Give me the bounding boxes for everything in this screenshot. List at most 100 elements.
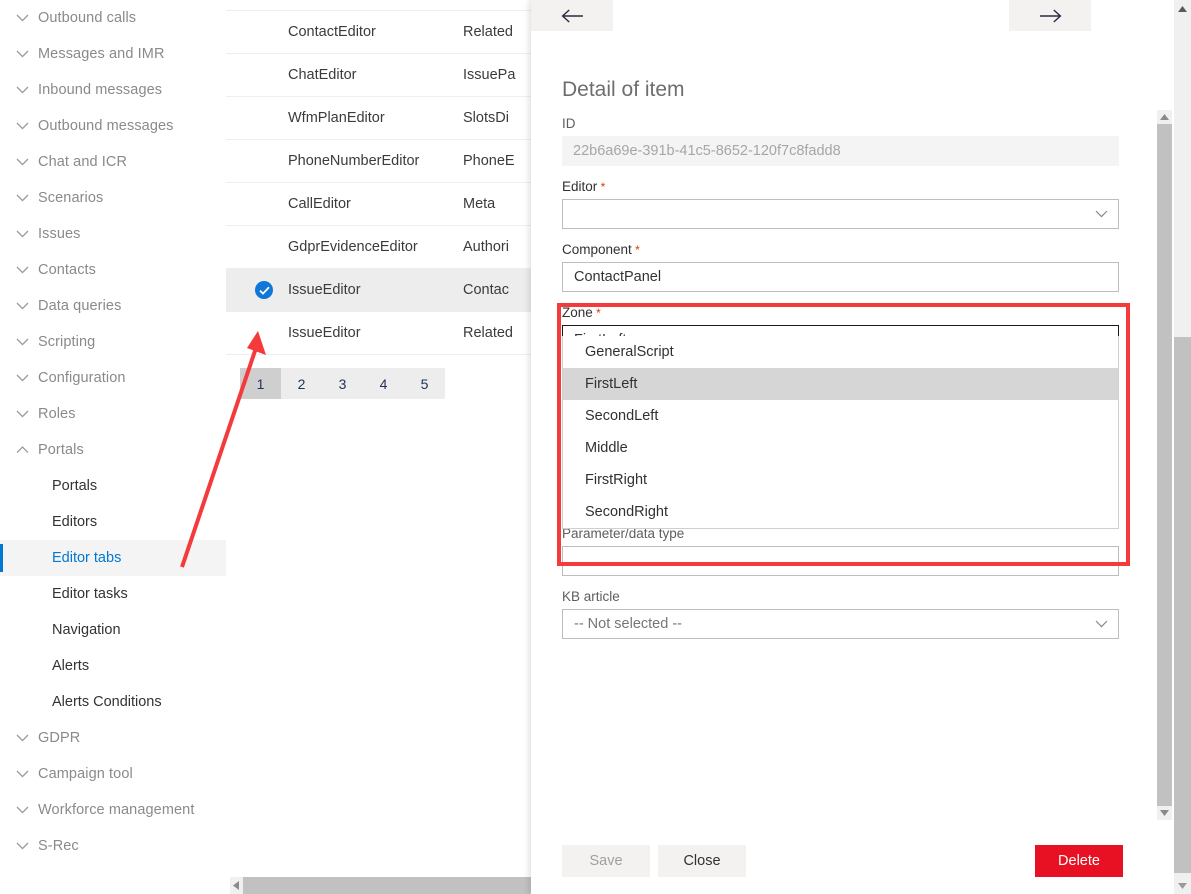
zone-option-middle[interactable]: Middle (563, 432, 1118, 464)
required-marker: * (632, 243, 640, 257)
sidebar-group-label: Inbound messages (38, 82, 162, 98)
sidebar-group-list-bottom: GDPR Campaign toolWorkforce managementS-R… (0, 720, 226, 864)
field-component: Component * ContactPanel (562, 242, 1119, 292)
sidebar-group-configuration[interactable]: Configuration (0, 360, 226, 396)
editor-select[interactable] (562, 199, 1119, 229)
zone-option-firstleft[interactable]: FirstLeft (563, 368, 1118, 400)
chevron-down-icon (12, 836, 32, 856)
parameter-data-type-input[interactable] (562, 546, 1119, 576)
sidebar-navigation: Outbound calls Messages and IMR Inbound me… (0, 0, 226, 866)
sidebar-item-editor-tasks[interactable]: Editor tasks (0, 576, 226, 612)
sidebar-group-roles[interactable]: Roles (0, 396, 226, 432)
panel-scrollbar[interactable] (1157, 110, 1172, 820)
pagination-page-1[interactable]: 1 (240, 368, 281, 399)
pagination-page-3[interactable]: 3 (322, 368, 363, 399)
row-name: CallEditor (288, 196, 463, 212)
zone-option-generalscript[interactable]: GeneralScript (563, 336, 1118, 368)
sidebar-item-label: Alerts Conditions (52, 694, 162, 710)
arrow-right-icon (1039, 9, 1062, 23)
sidebar-item-editors[interactable]: Editors (0, 504, 226, 540)
chevron-down-icon (12, 116, 32, 136)
table-row[interactable]: CallEditorMeta (226, 183, 533, 226)
sidebar-item-navigation[interactable]: Navigation (0, 612, 226, 648)
scroll-up-arrow-icon[interactable] (1160, 110, 1169, 124)
table-row[interactable]: PhoneNumberEditorPhoneE (226, 140, 533, 183)
pagination-page-2[interactable]: 2 (281, 368, 322, 399)
table-row[interactable]: MessageEditorIssuePa (226, 0, 533, 11)
sidebar-group-data-queries[interactable]: Data queries (0, 288, 226, 324)
sidebar-group-outbound-calls[interactable]: Outbound calls (0, 0, 226, 36)
sidebar-group-label: Data queries (38, 298, 121, 314)
sidebar-group-messages-and-imr[interactable]: Messages and IMR (0, 36, 226, 72)
zone-option-secondright[interactable]: SecondRight (563, 496, 1118, 528)
save-button[interactable]: Save (562, 845, 650, 877)
sidebar-group-workforce-management[interactable]: Workforce management (0, 792, 226, 828)
sidebar-group-portals[interactable]: Portals (0, 432, 226, 468)
component-input[interactable]: ContactPanel (562, 262, 1119, 292)
chevron-down-icon (12, 404, 32, 424)
back-button[interactable] (531, 0, 613, 31)
window-scroll-track[interactable] (1174, 17, 1191, 877)
sidebar-item-label: Editor tasks (52, 586, 128, 602)
window-scroll-thumb[interactable] (1174, 337, 1191, 873)
sidebar-group-label: Messages and IMR (38, 46, 165, 62)
sidebar-group-campaign-tool[interactable]: Campaign tool (0, 756, 226, 792)
table-row[interactable]: ContactEditorRelated (226, 11, 533, 54)
pagination-page-5[interactable]: 5 (404, 368, 445, 399)
row-second: Contac (463, 282, 509, 298)
sidebar-item-alerts-conditions[interactable]: Alerts Conditions (0, 684, 226, 720)
sidebar-group-label: GDPR (38, 730, 80, 746)
table-row[interactable]: ChatEditorIssuePa (226, 54, 533, 97)
close-button[interactable]: Close (658, 845, 746, 877)
sidebar-group-outbound-messages[interactable]: Outbound messages (0, 108, 226, 144)
delete-button[interactable]: Delete (1035, 845, 1123, 877)
sidebar-group-list: Outbound calls Messages and IMR Inbound me… (0, 0, 226, 468)
horizontal-scrollbar[interactable] (230, 877, 531, 894)
field-id: ID 22b6a69e-391b-41c5-8652-120f7c8fadd8 (562, 116, 1119, 166)
sidebar-group-gdpr[interactable]: GDPR (0, 720, 226, 756)
sidebar-group-label: Contacts (38, 262, 96, 278)
scroll-left-arrow-icon[interactable] (230, 877, 243, 894)
chevron-down-icon (1092, 210, 1110, 218)
sidebar-item-alerts[interactable]: Alerts (0, 648, 226, 684)
table-row[interactable]: WfmPlanEditorSlotsDi (226, 97, 533, 140)
sidebar-group-scripting[interactable]: Scripting (0, 324, 226, 360)
window-scroll-up-arrow-icon[interactable] (1178, 0, 1187, 17)
forward-button[interactable] (1009, 0, 1091, 31)
chevron-down-icon (12, 332, 32, 352)
table-row[interactable]: GdprEvidenceEditorAuthori (226, 226, 533, 269)
row-select-cell[interactable] (240, 281, 288, 299)
check-icon[interactable] (255, 281, 273, 299)
zone-dropdown-list[interactable]: GeneralScriptFirstLeftSecondLeftMiddleFi… (562, 336, 1119, 529)
window-scroll-down-arrow-icon[interactable] (1178, 877, 1187, 894)
window-scrollbar[interactable] (1174, 0, 1191, 894)
table-row[interactable]: IssueEditorRelated (226, 312, 533, 355)
sidebar-group-chat-and-icr[interactable]: Chat and ICR (0, 144, 226, 180)
field-editor: Editor * (562, 179, 1119, 229)
chevron-down-icon (12, 152, 32, 172)
sidebar-group-contacts[interactable]: Contacts (0, 252, 226, 288)
id-field: 22b6a69e-391b-41c5-8652-120f7c8fadd8 (562, 136, 1119, 166)
sidebar-group-label: Configuration (38, 370, 126, 386)
sidebar-group-scenarios[interactable]: Scenarios (0, 180, 226, 216)
kb-article-select[interactable]: -- Not selected -- (562, 609, 1119, 639)
table-row[interactable]: IssueEditorContac (226, 269, 533, 312)
pagination[interactable]: 12345 (240, 368, 445, 399)
scroll-down-arrow-icon[interactable] (1160, 806, 1169, 820)
chevron-down-icon (12, 368, 32, 388)
sidebar-group-s-rec[interactable]: S-Rec (0, 828, 226, 864)
sidebar-item-editor-tabs[interactable]: Editor tabs (0, 540, 226, 576)
sidebar-item-portals[interactable]: Portals (0, 468, 226, 504)
sidebar-group-issues[interactable]: Issues (0, 216, 226, 252)
zone-option-firstright[interactable]: FirstRight (563, 464, 1118, 496)
pagination-page-4[interactable]: 4 (363, 368, 404, 399)
sidebar-item-label: Editors (52, 514, 97, 530)
component-value: ContactPanel (574, 269, 1110, 285)
panel-scroll-thumb[interactable] (1157, 124, 1172, 806)
horizontal-scroll-thumb[interactable] (243, 877, 531, 894)
sidebar-group-inbound-messages[interactable]: Inbound messages (0, 72, 226, 108)
chevron-down-icon (12, 800, 32, 820)
row-name: IssueEditor (288, 282, 463, 298)
zone-option-secondleft[interactable]: SecondLeft (563, 400, 1118, 432)
id-label: ID (562, 116, 1119, 131)
